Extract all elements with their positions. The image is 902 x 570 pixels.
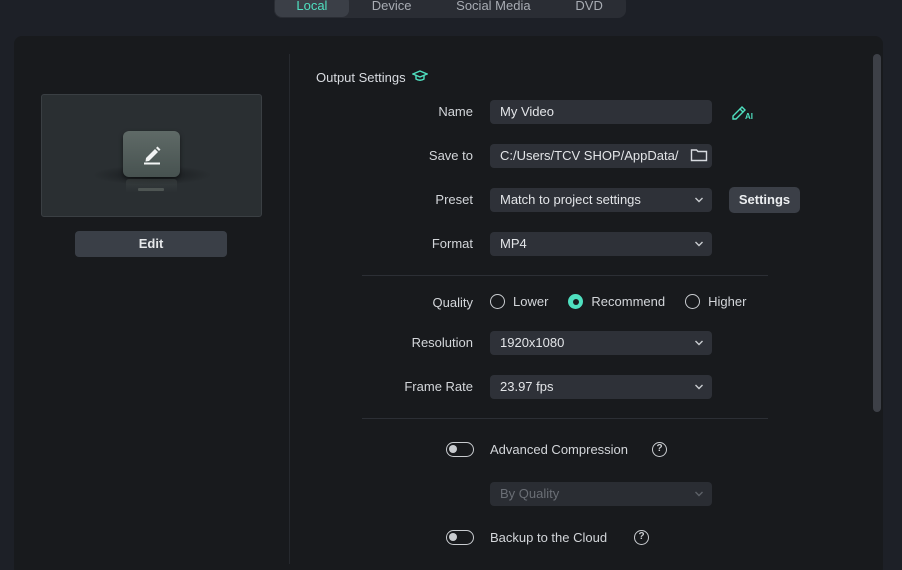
video-thumbnail bbox=[41, 94, 262, 217]
advanced-compression-toggle[interactable] bbox=[446, 442, 474, 457]
svg-text:AI: AI bbox=[745, 112, 753, 121]
frame-rate-dropdown[interactable]: 23.97 fps bbox=[490, 375, 712, 399]
output-settings-label: Output Settings bbox=[316, 70, 406, 85]
tab-social-media[interactable]: Social Media bbox=[435, 0, 553, 17]
section-divider bbox=[362, 275, 768, 276]
format-dropdown[interactable]: MP4 bbox=[490, 232, 712, 256]
edit-button[interactable]: Edit bbox=[75, 231, 227, 257]
chevron-down-icon bbox=[695, 197, 703, 203]
resolution-label: Resolution bbox=[411, 335, 473, 350]
ai-rename-icon[interactable]: AI bbox=[731, 103, 755, 126]
vertical-divider bbox=[289, 54, 290, 564]
preset-dropdown[interactable]: Match to project settings bbox=[490, 188, 712, 212]
quality-radio-group: Lower Recommend Higher bbox=[490, 294, 766, 309]
save-to-field[interactable]: C:/Users/TCV SHOP/AppData/ bbox=[490, 144, 712, 168]
format-label: Format bbox=[431, 236, 473, 251]
tab-local[interactable]: Local bbox=[275, 0, 349, 17]
name-input[interactable]: My Video bbox=[490, 100, 712, 124]
chevron-down-icon bbox=[695, 241, 703, 247]
quality-label: Quality bbox=[432, 295, 473, 310]
compression-mode-dropdown: By Quality bbox=[490, 482, 712, 506]
save-to-label: Save to bbox=[428, 148, 473, 163]
help-icon[interactable]: ? bbox=[652, 442, 667, 457]
export-tab-bar: Local Device Social Media DVD bbox=[274, 0, 626, 18]
quality-higher-radio[interactable]: Higher bbox=[685, 294, 746, 309]
chevron-down-icon bbox=[695, 491, 703, 497]
quality-lower-radio[interactable]: Lower bbox=[490, 294, 548, 309]
compression-mode-value: By Quality bbox=[500, 486, 560, 501]
resolution-dropdown[interactable]: 1920x1080 bbox=[490, 331, 712, 355]
chevron-down-icon bbox=[695, 340, 703, 346]
folder-icon[interactable] bbox=[690, 147, 708, 168]
help-icon[interactable]: ? bbox=[634, 530, 649, 545]
frame-rate-value: 23.97 fps bbox=[500, 379, 554, 394]
backup-cloud-label: Backup to the Cloud bbox=[490, 530, 608, 545]
resolution-value: 1920x1080 bbox=[500, 335, 565, 350]
graduation-cap-icon[interactable] bbox=[410, 69, 429, 86]
name-label: Name bbox=[438, 104, 473, 119]
frame-rate-label: Frame Rate bbox=[404, 379, 473, 394]
tab-device[interactable]: Device bbox=[349, 0, 435, 17]
tab-dvd[interactable]: DVD bbox=[552, 0, 626, 17]
chevron-down-icon bbox=[695, 384, 703, 390]
section-divider bbox=[362, 418, 768, 419]
backup-cloud-toggle[interactable] bbox=[446, 530, 474, 545]
preset-value: Match to project settings bbox=[500, 192, 641, 207]
output-settings-title: Output Settings bbox=[316, 69, 429, 86]
advanced-compression-label: Advanced Compression bbox=[490, 442, 629, 457]
quality-recommend-radio[interactable]: Recommend bbox=[568, 294, 665, 309]
save-to-path: C:/Users/TCV SHOP/AppData/ bbox=[500, 148, 679, 163]
scrollbar[interactable] bbox=[873, 54, 881, 412]
settings-button[interactable]: Settings bbox=[729, 187, 800, 213]
pencil-icon bbox=[123, 131, 180, 177]
format-value: MP4 bbox=[500, 236, 527, 251]
preset-label: Preset bbox=[435, 192, 473, 207]
